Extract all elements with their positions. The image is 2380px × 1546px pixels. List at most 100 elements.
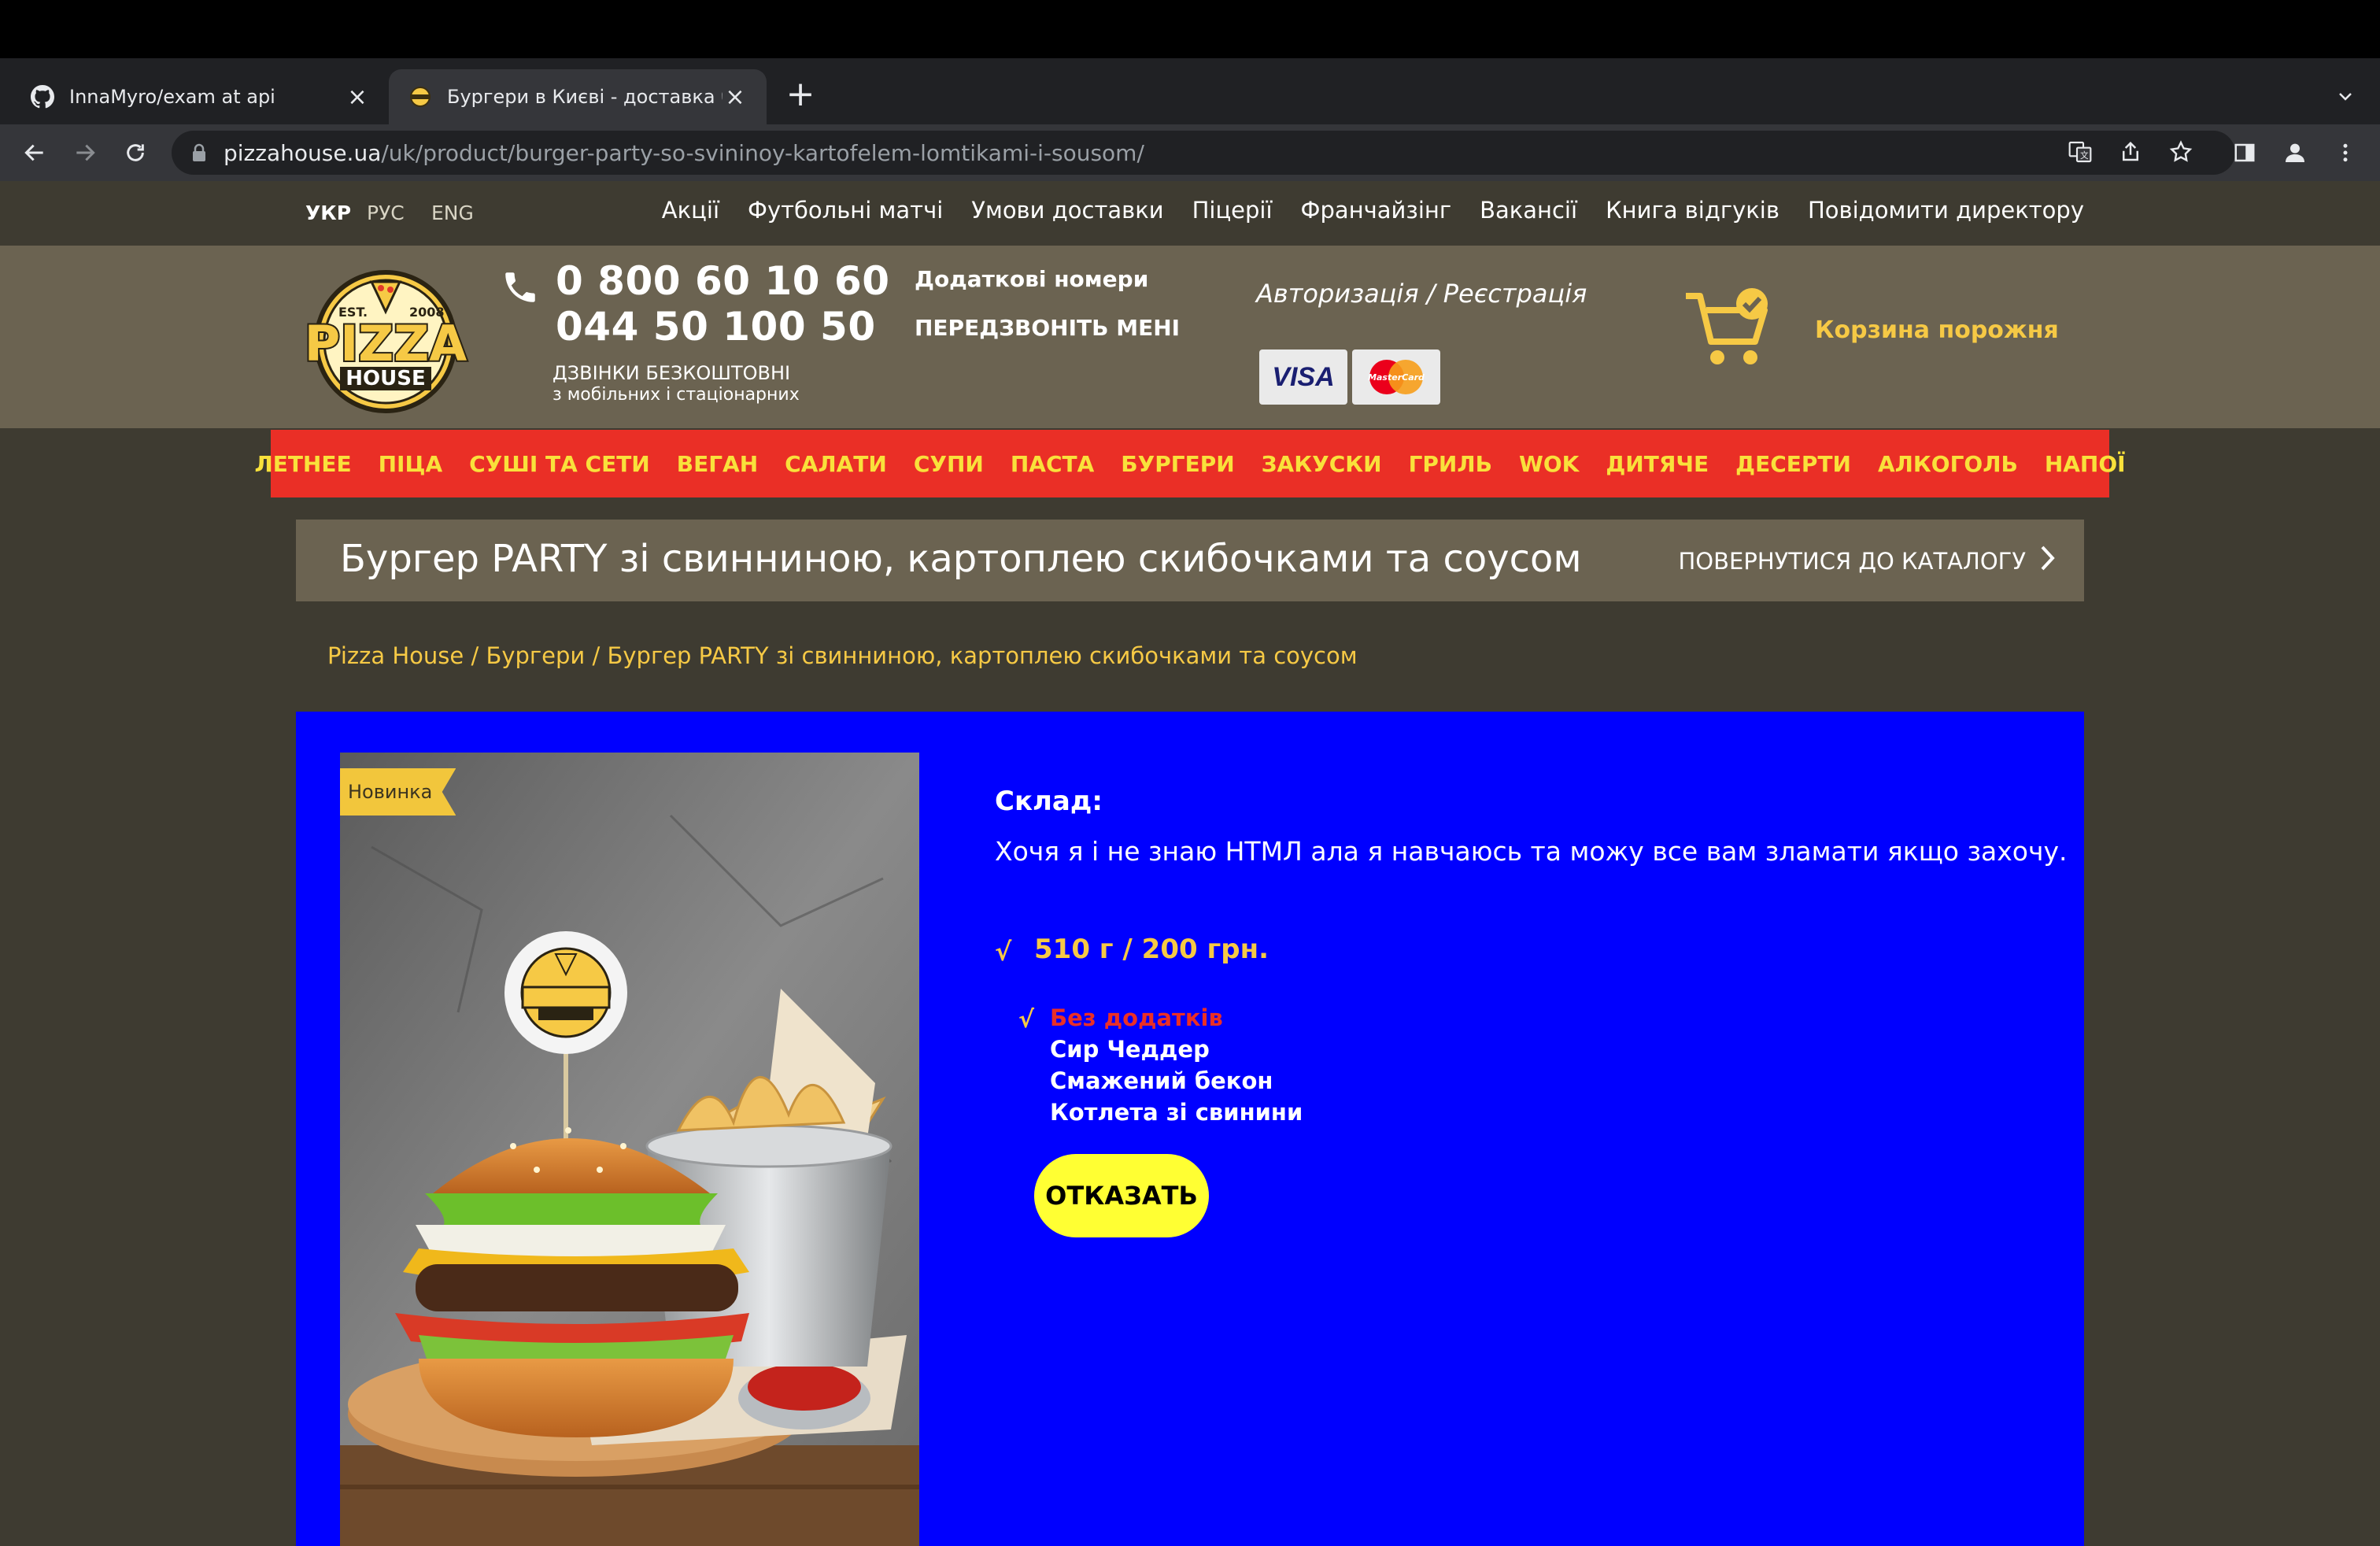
bookmark-star-icon[interactable] xyxy=(2163,134,2199,170)
cart-icon[interactable] xyxy=(1683,285,1774,370)
phone-icon xyxy=(501,268,540,307)
side-panel-icon[interactable] xyxy=(2226,134,2264,172)
more-menu-icon[interactable] xyxy=(2326,134,2364,172)
tab-pizzahouse[interactable]: Бургери в Києві - доставка бургерів × xyxy=(389,69,767,124)
tab-title: Бургери в Києві - доставка бургерів xyxy=(447,86,722,108)
profile-icon[interactable] xyxy=(2276,134,2314,172)
lang-eng[interactable]: ENG xyxy=(431,202,474,224)
breadcrumb: Pizza House / Бургери / Бургер PARTY зі … xyxy=(327,642,1358,669)
category-salads[interactable]: САЛАТИ xyxy=(785,451,887,477)
mastercard-label: MasterCard xyxy=(1368,372,1425,383)
option-no-addons[interactable]: Без додатків xyxy=(1050,1004,1303,1036)
cart-status[interactable]: Корзина порожня xyxy=(1815,316,2059,344)
chevron-down-icon[interactable] xyxy=(2330,80,2361,112)
breadcrumb-home[interactable]: Pizza House xyxy=(327,642,464,669)
url-text: pizzahouse.ua/uk/product/burger-party-so… xyxy=(224,140,1144,166)
chevron-right-icon xyxy=(2040,545,2056,577)
new-tab-icon[interactable]: + xyxy=(782,74,819,114)
new-badge: Новинка xyxy=(340,768,456,816)
weight-price[interactable]: 510 г / 200 грн. xyxy=(1034,934,1269,965)
option-pork-patty[interactable]: Котлета зі свинини xyxy=(1050,1099,1303,1130)
nav-pizzerias[interactable]: Піцерії xyxy=(1192,197,1273,224)
site-header: EST. 2008 PIZZA HOUSE 0 800 60 10 60 044… xyxy=(0,246,2380,428)
nav-franchising[interactable]: Франчайзінг xyxy=(1301,197,1452,224)
nav-delivery-terms[interactable]: Умови доставки xyxy=(971,197,1163,224)
category-wok[interactable]: WOK xyxy=(1519,451,1579,477)
site-top-bar: УКР РУС ENG Акції Футбольні матчі Умови … xyxy=(0,181,2380,246)
logo-sub: HOUSE xyxy=(346,367,425,390)
forward-arrow-icon[interactable] xyxy=(66,134,104,172)
phone-number-2[interactable]: 044 50 100 50 xyxy=(556,304,876,350)
nav-tell-director[interactable]: Повідомити директору xyxy=(1808,197,2084,224)
category-soups[interactable]: СУПИ xyxy=(914,451,984,477)
lang-rus[interactable]: РУС xyxy=(367,202,405,224)
call-me-back-link[interactable]: ПЕРЕДЗВОНІТЬ МЕНІ xyxy=(915,315,1180,341)
breadcrumb-separator: / xyxy=(592,642,608,669)
category-desserts[interactable]: ДЕСЕРТИ xyxy=(1735,451,1851,477)
lock-icon[interactable] xyxy=(189,142,209,163)
category-pasta[interactable]: ПАСТА xyxy=(1011,451,1094,477)
category-burgers[interactable]: БУРГЕРИ xyxy=(1121,451,1234,477)
pizzahouse-icon xyxy=(408,84,433,109)
category-drinks[interactable]: НАПОЇ xyxy=(2045,451,2126,477)
phone-number-1[interactable]: 0 800 60 10 60 xyxy=(556,258,890,304)
lang-ukr[interactable]: УКР xyxy=(305,202,351,224)
share-icon[interactable] xyxy=(2112,134,2149,170)
github-icon xyxy=(30,84,55,109)
browser-toolbar: pizzahouse.ua/uk/product/burger-party-so… xyxy=(0,124,2380,181)
free-calls-text: ДЗВІНКИ БЕЗКОШТОВНІ xyxy=(552,362,791,384)
extra-numbers-link[interactable]: Додаткові номери xyxy=(915,266,1148,292)
category-snacks[interactable]: ЗАКУСКИ xyxy=(1262,451,1382,477)
option-check-icon: √ xyxy=(1018,1006,1035,1034)
product-card: Новинка Склад: Хочя я і не знаю HTMЛ ала… xyxy=(296,712,2084,1546)
option-bacon[interactable]: Смажений бекон xyxy=(1050,1067,1303,1099)
tab-strip: InnaMyro/exam at api × Бургери в Києві -… xyxy=(0,58,2380,124)
nav-vacancies[interactable]: Вакансії xyxy=(1480,197,1577,224)
product-image[interactable]: Новинка xyxy=(340,753,919,1546)
category-grill[interactable]: ГРИЛЬ xyxy=(1409,451,1492,477)
back-to-catalog-link[interactable]: ПОВЕРНУТИСЯ ДО КАТАЛОГУ xyxy=(1678,545,2056,577)
mastercard-icon: MasterCard xyxy=(1352,350,1440,405)
reload-icon[interactable] xyxy=(116,134,154,172)
category-alcohol[interactable]: АЛКОГОЛЬ xyxy=(1878,451,2018,477)
visa-label: VISA xyxy=(1272,361,1335,392)
translate-icon[interactable]: 文 xyxy=(2062,134,2098,170)
close-tab-icon[interactable]: × xyxy=(345,83,370,111)
free-calls-subtext: з мобільних і стаціонарних xyxy=(552,385,800,405)
url-path: /uk/product/burger-party-so-svininoy-kar… xyxy=(381,139,1144,166)
close-tab-icon[interactable]: × xyxy=(722,83,748,111)
category-pizza[interactable]: ПІЦА xyxy=(379,451,443,477)
category-vegan[interactable]: ВЕГАН xyxy=(677,451,758,477)
tab-github[interactable]: InnaMyro/exam at api × xyxy=(11,69,389,124)
nav-reviews[interactable]: Книга відгуків xyxy=(1606,197,1779,224)
category-summer[interactable]: ЛЕТНЕЕ xyxy=(254,451,351,477)
page-title: Бургер PARTY зі свинниною, картоплею ски… xyxy=(340,537,1582,581)
breadcrumb-separator: / xyxy=(471,642,486,669)
visa-icon: VISA xyxy=(1259,350,1347,405)
price-check-icon: √ xyxy=(995,937,1012,967)
category-menu: ЛЕТНЕЕ ПІЦА СУШІ ТА СЕТИ ВЕГАН САЛАТИ СУ… xyxy=(254,430,2126,497)
tab-title: InnaMyro/exam at api xyxy=(69,86,275,108)
svg-text:文: 文 xyxy=(2080,150,2089,161)
option-cheddar[interactable]: Сир Чеддер xyxy=(1050,1036,1303,1067)
address-bar[interactable]: pizzahouse.ua/uk/product/burger-party-so… xyxy=(172,131,2235,175)
category-sushi[interactable]: СУШІ ТА СЕТИ xyxy=(469,451,650,477)
back-to-catalog-label: ПОВЕРНУТИСЯ ДО КАТАЛОГУ xyxy=(1678,547,2026,575)
url-host: pizzahouse.ua xyxy=(224,139,382,166)
auth-register-link[interactable]: Авторизація / Реєстрація xyxy=(1256,279,1587,309)
addon-options: Без додатків Сир Чеддер Смажений бекон К… xyxy=(1050,1004,1303,1130)
nav-football[interactable]: Футбольні матчі xyxy=(748,197,943,224)
product-title-bar: Бургер PARTY зі свинниною, картоплею ски… xyxy=(296,520,2084,601)
back-arrow-icon[interactable] xyxy=(16,134,54,172)
composition-text: Хочя я і не знаю HTMЛ ала я навчаюсь та … xyxy=(995,836,2068,867)
refuse-button[interactable]: ОТКАЗАТЬ xyxy=(1034,1154,1209,1237)
os-menu-bar xyxy=(0,0,2380,58)
top-nav: Акції Футбольні матчі Умови доставки Піц… xyxy=(662,197,2084,224)
free-calls-note: ДЗВІНКИ БЕЗКОШТОВНІ з мобільних і стаціо… xyxy=(552,362,800,406)
logo-name: PIZZA xyxy=(305,315,467,372)
breadcrumb-category[interactable]: Бургери xyxy=(486,642,585,669)
nav-promotions[interactable]: Акції xyxy=(662,197,719,224)
pizza-house-logo[interactable]: EST. 2008 PIZZA HOUSE xyxy=(293,266,479,417)
category-kids[interactable]: ДИТЯЧЕ xyxy=(1606,451,1709,477)
composition-label: Склад: xyxy=(995,786,1103,817)
